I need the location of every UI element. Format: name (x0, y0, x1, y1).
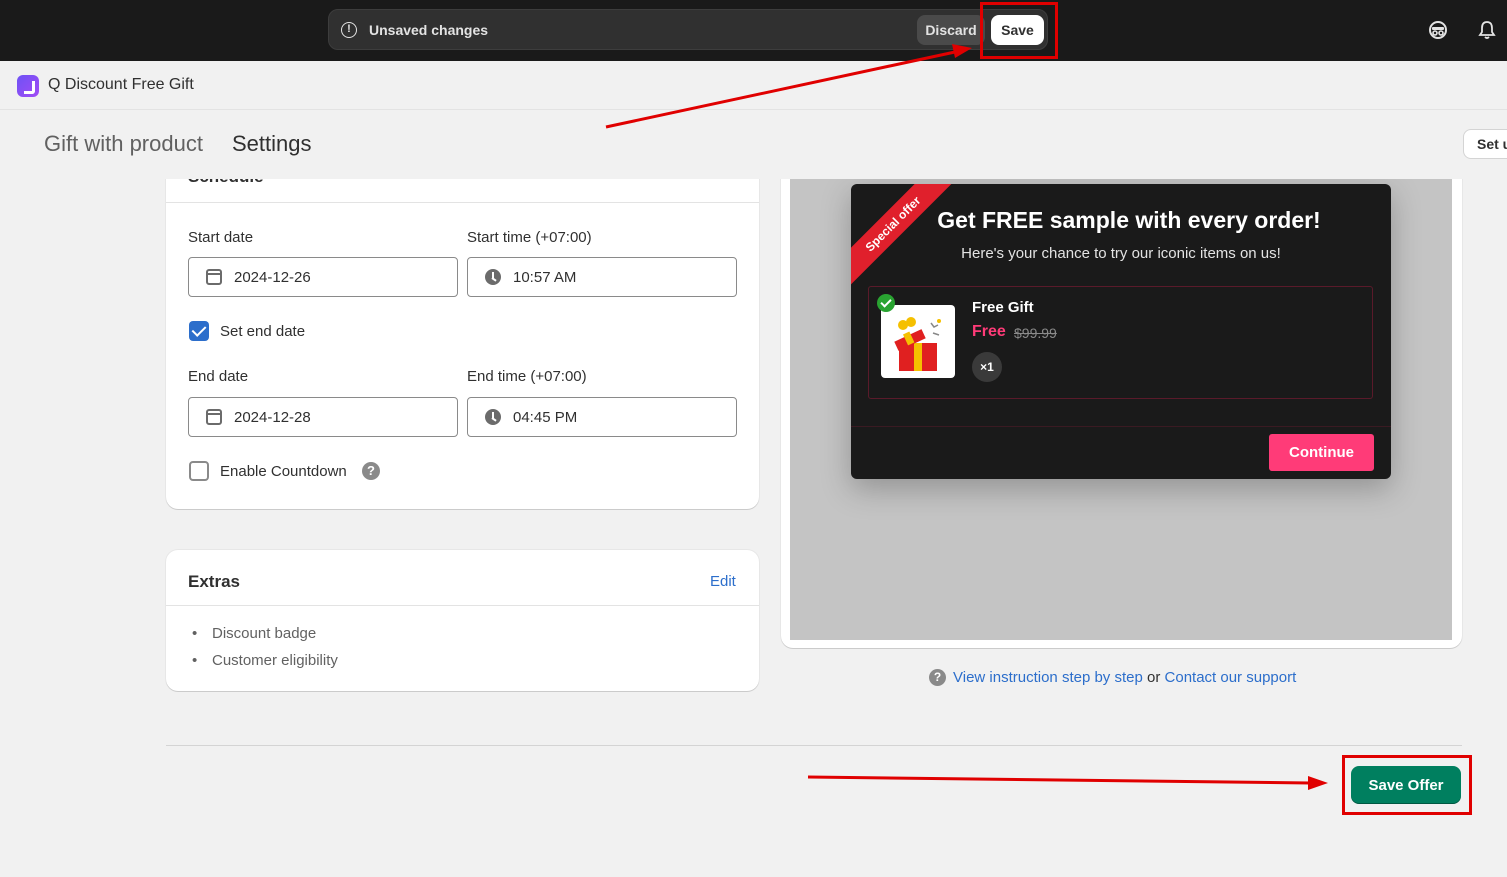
help-icon[interactable]: ? (362, 462, 380, 480)
extras-list: Discount badge Customer eligibility (188, 625, 338, 679)
preview-card: Special offer Get FREE sample with every… (781, 179, 1462, 648)
end-time-input[interactable]: 04:45 PM (467, 397, 737, 437)
start-date-value: 2024-12-26 (234, 269, 311, 286)
list-item: Discount badge (188, 625, 338, 652)
gift-old-price: $99.99 (1014, 325, 1057, 341)
unsaved-message: Unsaved changes (369, 22, 489, 38)
end-time-label: End time (+07:00) (467, 368, 587, 385)
alert-icon: ! (341, 22, 357, 38)
list-item: Customer eligibility (188, 652, 338, 679)
save-button[interactable]: Save (991, 15, 1044, 45)
breadcrumb-parent[interactable]: Gift with product (44, 131, 203, 157)
extras-card: Extras Edit Discount badge Customer elig… (166, 550, 759, 691)
app-logo-icon (17, 75, 39, 97)
start-date-input[interactable]: 2024-12-26 (188, 257, 458, 297)
schedule-card: Schedule Start date 2024-12-26 Start tim… (166, 179, 759, 509)
gift-image (881, 305, 955, 378)
continue-button[interactable]: Continue (1269, 434, 1374, 471)
discard-button[interactable]: Discard (917, 15, 985, 45)
app-name[interactable]: Q Discount Free Gift (48, 76, 194, 94)
enable-countdown-label[interactable]: Enable Countdown (220, 463, 347, 480)
clock-icon (485, 409, 501, 425)
end-date-value: 2024-12-28 (234, 409, 311, 426)
start-time-label: Start time (+07:00) (467, 229, 592, 246)
start-date-label: Start date (188, 229, 254, 246)
support-link[interactable]: Contact our support (1165, 669, 1297, 686)
popup-subtitle: Here's your chance to try our iconic ite… (961, 245, 1281, 262)
app-header: Q Discount Free Gift (0, 61, 1507, 110)
unsaved-changes-bar: ! Unsaved changes Discard Save (328, 9, 1048, 50)
help-icon: ? (929, 669, 946, 686)
popup-title: Get FREE sample with every order! (937, 207, 1321, 233)
start-time-input[interactable]: 10:57 AM (467, 257, 737, 297)
divider (851, 426, 1391, 427)
end-date-label: End date (188, 368, 249, 385)
help-links: ? View instruction step by step or Contac… (929, 669, 1296, 686)
divider (166, 745, 1462, 746)
extras-title: Extras (188, 572, 240, 591)
extras-edit-link[interactable]: Edit (710, 573, 736, 590)
set-end-date-checkbox[interactable] (189, 321, 209, 341)
special-offer-ribbon: Special offer (851, 184, 959, 290)
check-icon (877, 294, 895, 312)
enable-countdown-checkbox[interactable] (189, 461, 209, 481)
start-time-value: 10:57 AM (513, 269, 577, 286)
admin-top-bar: ! Unsaved changes Discard Save (0, 0, 1507, 61)
calendar-icon (206, 269, 222, 285)
setup-button[interactable]: Set u (1463, 129, 1507, 159)
clock-icon (485, 269, 501, 285)
instruction-link[interactable]: View instruction step by step (953, 669, 1143, 686)
calendar-icon (206, 409, 222, 425)
set-end-date-label[interactable]: Set end date (220, 323, 305, 340)
popup-preview-area: Special offer Get FREE sample with every… (790, 179, 1452, 640)
main-content: Schedule Start date 2024-12-26 Start tim… (0, 179, 1507, 877)
schedule-title: Schedule (188, 179, 264, 187)
divider (166, 202, 759, 203)
end-date-input[interactable]: 2024-12-28 (188, 397, 458, 437)
gift-item[interactable]: Free Gift Free $99.99 ×1 (868, 286, 1373, 399)
gift-name: Free Gift (972, 299, 1034, 316)
end-time-value: 04:45 PM (513, 409, 578, 426)
gift-quantity-badge: ×1 (972, 352, 1002, 382)
help-separator: or (1147, 669, 1161, 686)
gift-price: Free (972, 323, 1006, 340)
save-offer-button[interactable]: Save Offer (1351, 766, 1461, 804)
incognito-icon[interactable] (1427, 19, 1449, 41)
gift-popup: Special offer Get FREE sample with every… (851, 184, 1391, 479)
divider (166, 605, 759, 606)
page-title: Settings (232, 131, 312, 156)
bell-icon[interactable] (1476, 19, 1498, 41)
